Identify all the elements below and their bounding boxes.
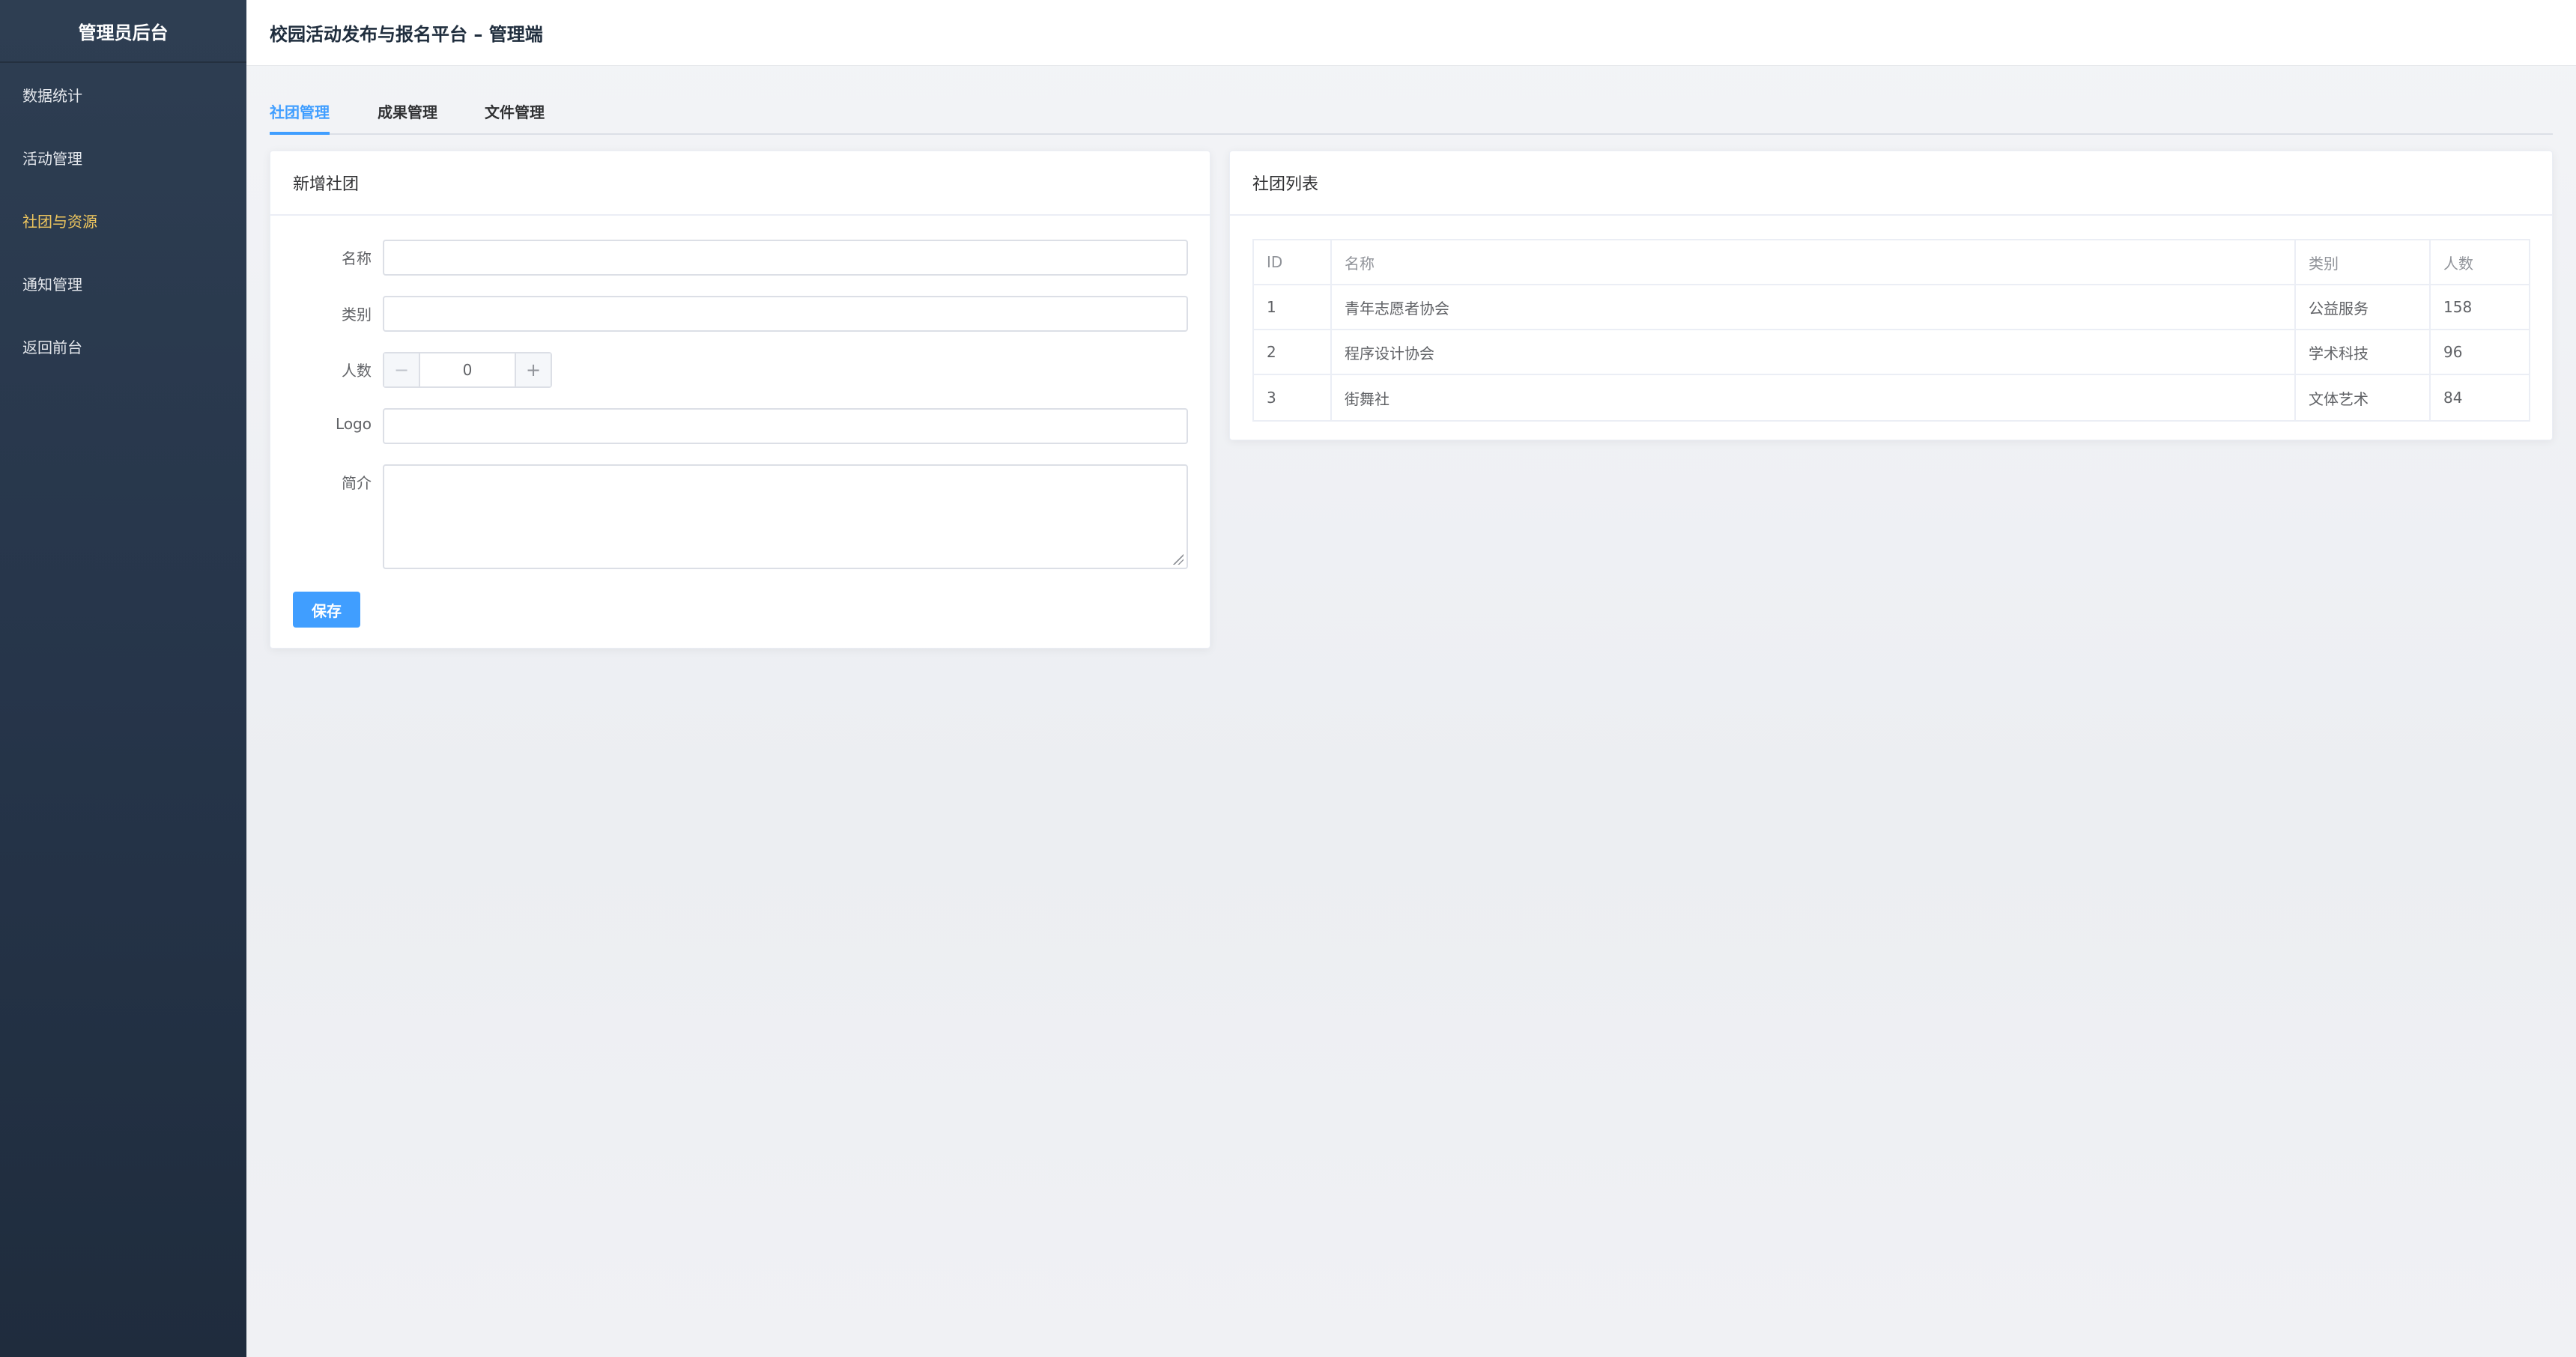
logo-label: Logo bbox=[336, 415, 372, 433]
cell-category: 公益服务 bbox=[2296, 285, 2431, 329]
table-row[interactable]: 1 青年志愿者协会 公益服务 158 bbox=[1254, 285, 2529, 330]
intro-label: 简介 bbox=[342, 474, 372, 492]
intro-textarea[interactable] bbox=[383, 464, 1188, 569]
table-row[interactable]: 2 程序设计协会 学术科技 96 bbox=[1254, 330, 2529, 375]
cell-category: 学术科技 bbox=[2296, 330, 2431, 374]
count-stepper: − 0 + bbox=[383, 352, 552, 388]
save-button[interactable]: 保存 bbox=[293, 592, 360, 628]
sidebar-item-label: 通知管理 bbox=[22, 275, 82, 294]
tab-achievement-management[interactable]: 成果管理 bbox=[378, 88, 437, 135]
cell-id: 1 bbox=[1254, 285, 1332, 329]
sidebar-item-back-frontend[interactable]: 返回前台 bbox=[0, 315, 246, 377]
page-title: 校园活动发布与报名平台 – 管理端 bbox=[270, 24, 543, 45]
new-club-form: 名称 类别 人数 − 0 + Logo 简介 保存 bbox=[270, 151, 1210, 648]
count-value[interactable]: 0 bbox=[420, 353, 515, 386]
category-input[interactable] bbox=[383, 296, 1188, 332]
sidebar-item-label: 数据统计 bbox=[22, 86, 82, 105]
club-table: ID 名称 类别 人数 1 青年志愿者协会 公益服务 158 2 程序设计协会 … bbox=[1252, 239, 2530, 422]
cell-count: 96 bbox=[2443, 343, 2463, 361]
count-label: 人数 bbox=[342, 362, 372, 380]
sidebar-item-clubs-resources[interactable]: 社团与资源 bbox=[0, 189, 246, 252]
club-list-card: 社团列表 ID 名称 类别 人数 1 青年志愿者协会 公益服务 158 2 程序… bbox=[1229, 151, 2553, 440]
sidebar-item-activities[interactable]: 活动管理 bbox=[0, 126, 246, 189]
logo-input[interactable] bbox=[383, 408, 1188, 444]
sidebar-item-notifications[interactable]: 通知管理 bbox=[0, 252, 246, 315]
topbar: 校园活动发布与报名平台 – 管理端 bbox=[246, 0, 2576, 66]
name-input[interactable] bbox=[383, 240, 1188, 276]
sidebar-item-label: 社团与资源 bbox=[22, 212, 97, 231]
column-header-name[interactable]: 名称 bbox=[1332, 240, 2296, 284]
cell-count: 84 bbox=[2443, 389, 2463, 407]
cell-name: 街舞社 bbox=[1332, 375, 2296, 420]
cell-name: 青年志愿者协会 bbox=[1332, 285, 2296, 329]
tab-club-management[interactable]: 社团管理 bbox=[270, 88, 330, 135]
cell-name: 程序设计协会 bbox=[1332, 330, 2296, 374]
sidebar-title: 管理员后台 bbox=[0, 0, 246, 63]
column-header-count[interactable]: 人数 bbox=[2431, 240, 2529, 284]
column-header-id[interactable]: ID bbox=[1254, 240, 1332, 284]
sidebar-item-label: 返回前台 bbox=[22, 338, 82, 356]
main-area: 校园活动发布与报名平台 – 管理端 社团管理 成果管理 文件管理 新增社团 名称… bbox=[246, 0, 2576, 1357]
cell-count: 158 bbox=[2443, 298, 2473, 316]
tab-bar: 社团管理 成果管理 文件管理 bbox=[270, 88, 2553, 135]
sidebar-item-stats[interactable]: 数据统计 bbox=[0, 63, 246, 126]
app-root: 管理员后台 数据统计 活动管理 社团与资源 通知管理 返回前台 校园活动发布与报… bbox=[0, 0, 2576, 1357]
table-row[interactable]: 3 街舞社 文体艺术 84 bbox=[1254, 375, 2529, 420]
sidebar-item-label: 活动管理 bbox=[22, 149, 82, 168]
table-header-row: ID 名称 类别 人数 bbox=[1254, 240, 2529, 285]
cell-id: 2 bbox=[1254, 330, 1332, 374]
sidebar: 管理员后台 数据统计 活动管理 社团与资源 通知管理 返回前台 bbox=[0, 0, 246, 1357]
tab-file-management[interactable]: 文件管理 bbox=[485, 88, 545, 135]
cell-category: 文体艺术 bbox=[2296, 375, 2431, 420]
new-club-card: 新增社团 名称 类别 人数 − 0 + Logo 简介 保存 bbox=[270, 151, 1210, 649]
decrement-button[interactable]: − bbox=[384, 353, 420, 386]
cell-id: 3 bbox=[1254, 375, 1332, 420]
increment-button[interactable]: + bbox=[515, 353, 551, 386]
resize-grip-icon[interactable] bbox=[1173, 554, 1184, 565]
column-header-category[interactable]: 类别 bbox=[2296, 240, 2431, 284]
club-list-card-title: 社团列表 bbox=[1230, 151, 2552, 216]
name-label: 名称 bbox=[342, 249, 372, 267]
category-label: 类别 bbox=[342, 306, 372, 324]
